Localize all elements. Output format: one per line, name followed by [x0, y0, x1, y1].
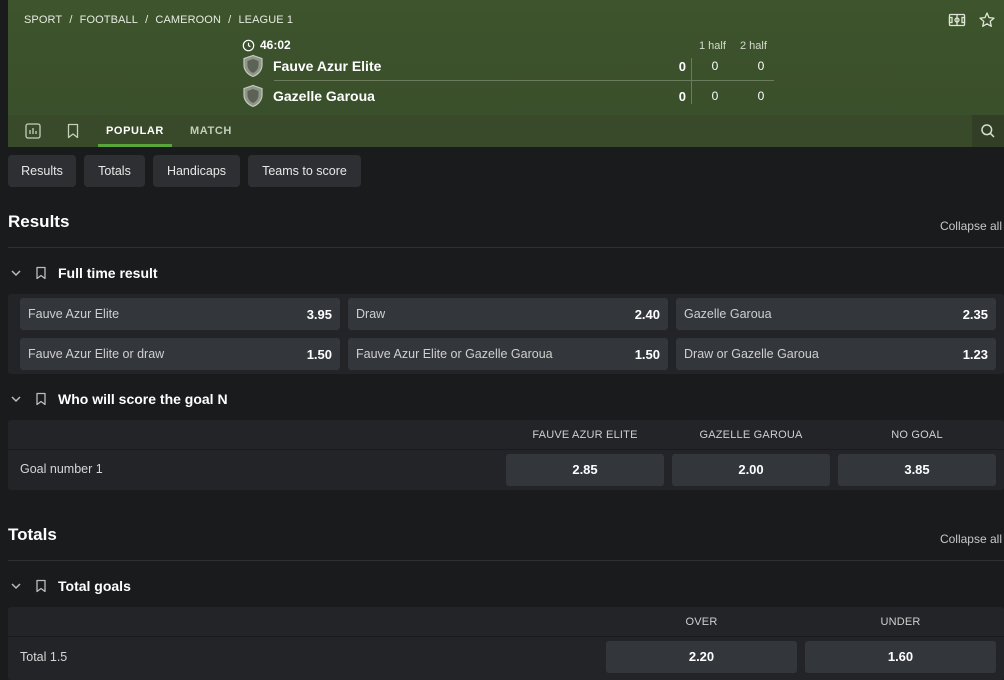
odd-label: Gazelle Garoua [684, 307, 772, 321]
team-half1-score: 0 [711, 89, 719, 103]
team-row-home: Fauve Azur Elite 0 0 0 [241, 52, 781, 80]
odd-button[interactable]: 2.85 [506, 454, 664, 486]
odd-label: Fauve Azur Elite [28, 307, 120, 321]
tab-match[interactable]: MATCH [180, 115, 242, 147]
bookmark-icon[interactable] [64, 122, 82, 140]
odd-button[interactable]: Fauve Azur Elite 3.95 [20, 298, 340, 330]
odd-value: 2.40 [634, 306, 660, 322]
odd-button[interactable]: Gazelle Garoua 2.35 [676, 298, 996, 330]
breadcrumb: SPORT / FOOTBALL / CAMEROON / LEAGUE 1 [24, 14, 297, 26]
odd-button[interactable]: Draw 2.40 [348, 298, 668, 330]
team-shield-icon [243, 54, 263, 78]
collapse-all-totals[interactable]: Collapse all [940, 532, 1002, 546]
team-half2-score: 0 [757, 59, 765, 73]
search-icon [981, 124, 995, 138]
odd-value: 1.50 [306, 346, 332, 362]
row-divider [8, 449, 1004, 450]
star-icon[interactable] [978, 11, 996, 29]
match-header: SPORT / FOOTBALL / CAMEROON / LEAGUE 1 4… [8, 0, 1004, 147]
odd-label: Draw [356, 307, 386, 321]
column-header: FAUVE AZUR ELITE [532, 429, 638, 441]
odd-label: Fauve Azur Elite or draw [28, 347, 165, 361]
filter-handicaps[interactable]: Handicaps [153, 155, 240, 187]
team-half1-score: 0 [711, 59, 719, 73]
breadcrumb-separator: / [228, 14, 232, 26]
odd-button[interactable]: 1.60 [805, 641, 996, 673]
collapse-all-results[interactable]: Collapse all [940, 219, 1002, 233]
filter-teams-to-score[interactable]: Teams to score [248, 155, 361, 187]
odd-label: Fauve Azur Elite or Gazelle Garoua [356, 347, 553, 361]
who-scores-panel: FAUVE AZUR ELITE GAZELLE GAROUA NO GOAL … [8, 420, 1004, 490]
team-score: 0 [678, 88, 686, 104]
column-header: NO GOAL [891, 429, 943, 441]
odd-button[interactable]: Fauve Azur Elite or draw 1.50 [20, 338, 340, 370]
breadcrumb-sport[interactable]: SPORT [24, 14, 62, 26]
odd-value: 1.23 [962, 346, 988, 362]
search-button[interactable] [972, 115, 1004, 147]
odd-button[interactable]: 3.85 [838, 454, 996, 486]
team-half2-score: 0 [757, 89, 765, 103]
row-divider [8, 636, 1004, 637]
odd-value: 2.35 [962, 306, 988, 322]
team-shield-icon [243, 84, 263, 108]
half2-header: 2 half [740, 40, 767, 52]
chevron-down-icon[interactable] [8, 578, 24, 594]
match-time: 46:02 [260, 38, 291, 52]
field-icon[interactable] [948, 11, 966, 29]
chevron-down-icon[interactable] [8, 391, 24, 407]
odd-label: Draw or Gazelle Garoua [684, 347, 819, 361]
odd-value: 1.50 [634, 346, 660, 362]
column-header: UNDER [880, 616, 921, 628]
odd-button[interactable]: 2.20 [606, 641, 797, 673]
breadcrumb-football[interactable]: FOOTBALL [80, 14, 138, 26]
odd-value: 3.95 [306, 306, 332, 322]
breadcrumb-league[interactable]: LEAGUE 1 [238, 14, 293, 26]
team-name: Fauve Azur Elite [273, 58, 382, 74]
stats-icon[interactable] [24, 122, 42, 140]
row-label: Total 1.5 [20, 650, 68, 664]
filter-results[interactable]: Results [8, 155, 76, 187]
market-header-who-scores[interactable]: Who will score the goal N [8, 389, 228, 409]
total-goals-panel: OVER UNDER Total 1.5 2.20 1.60 [8, 607, 1004, 680]
team-divider [274, 80, 774, 81]
bookmark-icon[interactable] [34, 266, 48, 280]
breadcrumb-cameroon[interactable]: CAMEROON [155, 14, 221, 26]
match-nav: POPULAR MATCH [8, 115, 1004, 147]
bookmark-icon[interactable] [34, 579, 48, 593]
scoreboard: SPORT / FOOTBALL / CAMEROON / LEAGUE 1 4… [8, 0, 1004, 115]
bookmark-icon[interactable] [34, 392, 48, 406]
row-label: Goal number 1 [20, 462, 103, 476]
divider [8, 247, 1004, 248]
clock-icon [242, 39, 255, 51]
team-name: Gazelle Garoua [273, 88, 375, 104]
chevron-down-icon[interactable] [8, 265, 24, 281]
tab-popular[interactable]: POPULAR [98, 115, 172, 147]
full-time-odds-panel: Fauve Azur Elite 3.95 Draw 2.40 Gazelle … [8, 294, 1004, 374]
odd-button[interactable]: Fauve Azur Elite or Gazelle Garoua 1.50 [348, 338, 668, 370]
odd-button[interactable]: 2.00 [672, 454, 830, 486]
market-title: Who will score the goal N [58, 391, 228, 407]
breadcrumb-separator: / [145, 14, 149, 26]
column-header: OVER [685, 616, 718, 628]
filter-totals[interactable]: Totals [84, 155, 145, 187]
market-header-full-time[interactable]: Full time result [8, 263, 158, 283]
team-row-away: Gazelle Garoua 0 0 0 [241, 82, 781, 110]
section-title-results: Results [8, 212, 70, 231]
half1-header: 1 half [699, 40, 726, 52]
market-header-total-goals[interactable]: Total goals [8, 576, 131, 596]
divider [8, 560, 1004, 561]
breadcrumb-separator: / [69, 14, 73, 26]
team-score: 0 [678, 58, 686, 74]
match-clock: 46:02 [242, 38, 291, 52]
column-header: GAZELLE GAROUA [699, 429, 803, 441]
section-title-totals: Totals [8, 525, 57, 544]
market-title: Full time result [58, 265, 158, 281]
market-title: Total goals [58, 578, 131, 594]
odd-button[interactable]: Draw or Gazelle Garoua 1.23 [676, 338, 996, 370]
